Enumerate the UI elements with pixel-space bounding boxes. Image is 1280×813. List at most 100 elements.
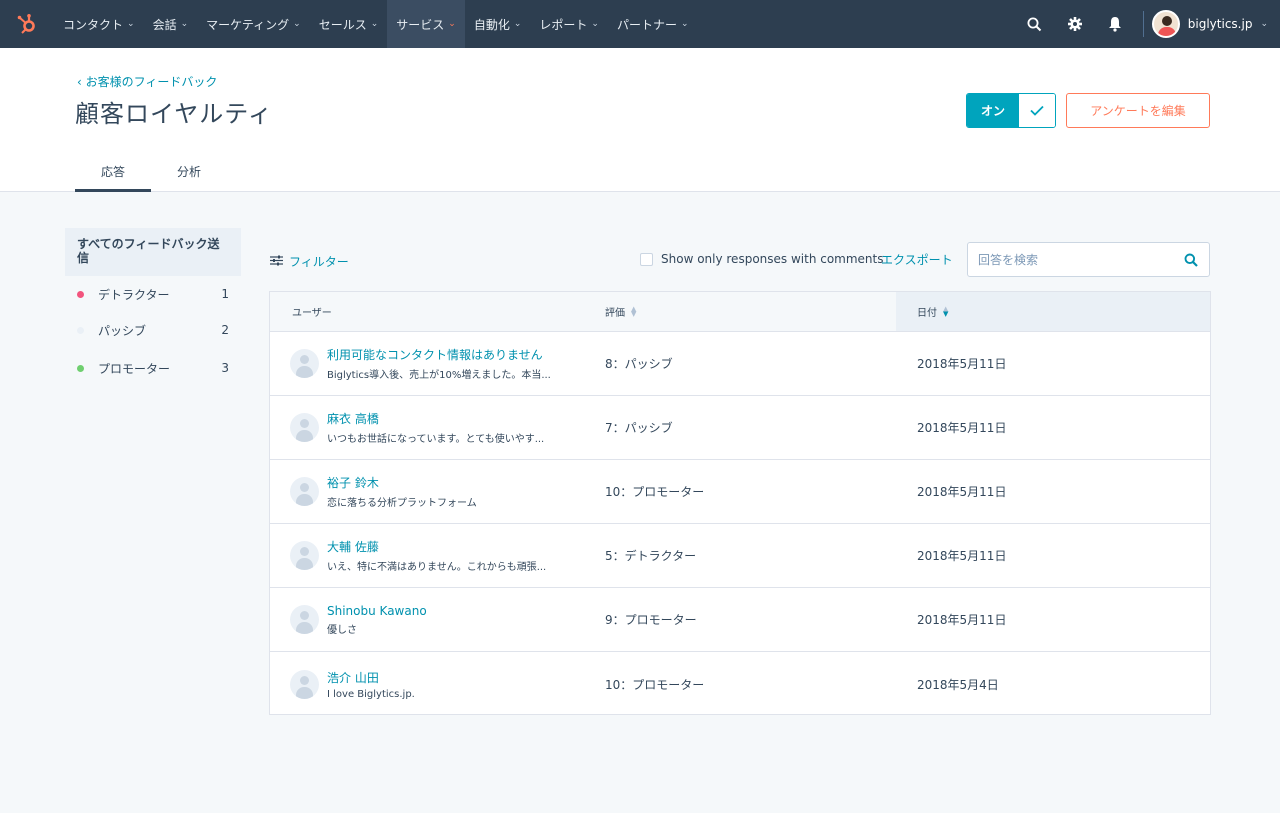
user-name-link[interactable]: 利用可能なコンタクト情報はありません [327,346,567,363]
table-header: ユーザー 評価 ▲ ▼ 日付 ▲ ▼ [270,292,1210,332]
nav-item-label: コンタクト [63,17,124,32]
toggle-on-label: オン [967,94,1019,127]
user-comment: 恋に落ちる分析プラットフォーム [327,498,477,509]
nav-item[interactable]: レポート ⌄ [530,0,608,48]
chevron-down-icon: ⌄ [513,19,522,29]
user-info: 利用可能なコンタクト情報はありません Biglytics導入後、売上が10%増えま… [327,346,567,381]
sidebar-item-passives[interactable]: パッシブ 2 [65,312,241,348]
user-comment: いつもお世話になっています。とても使いやす... [327,434,545,445]
date-cell: 2018年5月11日 [917,421,1007,435]
search-icon[interactable] [1015,0,1055,48]
user-comment: 優しさ [327,624,357,636]
nav-item[interactable]: 会話 ⌄ [144,0,198,48]
user-comment: Biglytics導入後、売上が10%増えました。本当... [327,370,551,381]
sidebar-item-all-feedback[interactable]: すべてのフィードバック送信 [65,228,241,276]
nav-item[interactable]: 自動化 ⌄ [465,0,531,48]
bell-icon[interactable] [1095,0,1135,48]
search-input[interactable] [968,243,1173,276]
back-link[interactable]: ‹ お客様のフィードバック [77,73,217,90]
chevron-down-icon: ⌄ [680,19,689,29]
top-nav: コンタクト ⌄ 会話 ⌄ マーケティング ⌄ セールス ⌄ サービス ⌄ 自動化 ⌄ レポート ⌄ パートナ… [0,0,1280,48]
user-info: Shinobu Kawano 優しさ [327,604,567,636]
tabs: 応答 分析 [75,156,227,192]
nav-item[interactable]: サービス ⌄ [387,0,465,48]
export-link[interactable]: エクスポート [881,251,953,268]
account-menu[interactable]: biglytics.jp ⌄ [1151,10,1280,38]
user-cell: 大輔 佐藤 いえ、特に不満はありません。これからも頑張... [270,538,583,573]
date-cell: 2018年5月11日 [917,357,1007,371]
table-row[interactable]: 裕子 鈴木 恋に落ちる分析プラットフォーム 10：プロモーター 2018年5月11日 [270,460,1210,524]
filter-button[interactable]: フィルター [270,253,349,270]
detractor-dot [77,290,84,298]
nav-item-label: マーケティング [206,17,290,32]
user-name-link[interactable]: Shinobu Kawano [327,604,567,618]
passive-dot [77,326,84,334]
user-info: 麻衣 高橋いつもお世話になっています。とても使いやす... [327,410,567,445]
rating-cell: 7：パッシブ [605,421,673,435]
nav-item[interactable]: パートナー ⌄ [608,0,698,48]
column-header-date[interactable]: 日付 ▲ ▼ [896,292,1210,331]
column-label: ユーザー [292,308,332,319]
user-info: 裕子 鈴木恋に落ちる分析プラットフォーム [327,474,567,509]
user-cell: 浩介 山田 I love Biglytics.jp. [270,669,583,700]
filter-label: フィルター [289,255,349,269]
nav-item-label: セールス [318,17,367,32]
table-row[interactable]: 麻衣 高橋いつもお世話になっています。とても使いやす... 7：パッシブ 2018年… [270,396,1210,460]
nav-item-label: 自動化 [473,17,510,32]
comments-only-label: Show only responses with comments [661,252,884,266]
sidebar-item-label: パッシブ [98,323,147,338]
sidebar-item-count: 2 [221,323,229,337]
edit-survey-button[interactable]: アンケートを編集 [1066,93,1210,128]
search-box [967,242,1210,277]
table-row[interactable]: 大輔 佐藤 いえ、特に不満はありません。これからも頑張... 5：デトラクター 201… [270,524,1210,588]
search-icon[interactable] [1173,253,1209,267]
column-header-user: ユーザー [270,292,583,331]
hubspot-logo-icon[interactable] [0,0,54,48]
table-row[interactable]: 利用可能なコンタクト情報はありません Biglytics導入後、売上が10%増えま… [270,332,1210,396]
table-body: 利用可能なコンタクト情報はありません Biglytics導入後、売上が10%増えま… [270,332,1210,716]
table-row[interactable]: Shinobu Kawano 優しさ 9：プロモーター 2018年5月11日 [270,588,1210,652]
user-name-link[interactable]: 大輔 佐藤 [327,538,567,555]
user-info: 浩介 山田 I love Biglytics.jp. [327,669,567,700]
user-name-link[interactable]: 麻衣 高橋 [327,410,567,427]
nav-menu: コンタクト ⌄ 会話 ⌄ マーケティング ⌄ セールス ⌄ サービス ⌄ 自動化 ⌄ レポート ⌄ パートナ… [54,0,698,48]
comments-only-checkbox[interactable]: Show only responses with comments [640,252,884,266]
column-label: 日付 [917,308,937,319]
sidebar-item-promoters[interactable]: プロモーター 3 [65,350,241,386]
user-name-link[interactable]: 裕子 鈴木 [327,474,567,491]
nav-item-label: パートナー [616,17,677,32]
date-cell: 2018年5月11日 [917,549,1007,563]
date-cell: 2018年5月4日 [917,677,999,692]
date-cell: 2018年5月11日 [917,613,1007,627]
filter-sliders-icon [270,255,283,269]
avatar-placeholder-icon [290,413,319,442]
rating-cell: 10：プロモーター [605,677,705,692]
nav-item[interactable]: マーケティング ⌄ [197,0,310,48]
column-header-rating[interactable]: 評価 ▲ ▼ [583,292,896,331]
sidebar-item-label: プロモーター [98,361,171,376]
tab-responses[interactable]: 応答 [75,156,151,192]
avatar-placeholder-icon [290,541,319,570]
survey-on-toggle[interactable]: オン [966,93,1056,128]
avatar-placeholder-icon [290,669,319,699]
sidebar-item-label: デトラクター [98,287,170,302]
tab-analysis[interactable]: 分析 [151,156,227,192]
nav-item-label: レポート [539,17,588,32]
nav-item[interactable]: コンタクト ⌄ [54,0,144,48]
checkbox-box[interactable] [640,252,653,266]
avatar [1151,10,1180,38]
table-row[interactable]: 浩介 山田 I love Biglytics.jp. 10：プロモーター 2018年5… [270,652,1210,716]
user-cell: 裕子 鈴木恋に落ちる分析プラットフォーム [270,474,583,509]
page-header: ‹ お客様のフィードバック 顧客ロイヤルティ オン アンケートを編集 応答 分析 [0,48,1280,192]
sidebar-item-count: 3 [221,361,229,375]
avatar-placeholder-icon [290,605,319,634]
rating-cell: 5：デトラクター [605,549,697,563]
user-name-link[interactable]: 浩介 山田 [327,669,567,686]
nav-divider [1142,11,1144,37]
gear-icon[interactable] [1055,0,1095,48]
rating-cell: 10：プロモーター [605,485,705,499]
account-name: biglytics.jp [1187,17,1253,31]
nav-item[interactable]: セールス ⌄ [310,0,388,48]
sidebar-item-count: 1 [221,287,229,301]
sidebar-item-detractors[interactable]: デトラクター 1 [65,276,241,312]
